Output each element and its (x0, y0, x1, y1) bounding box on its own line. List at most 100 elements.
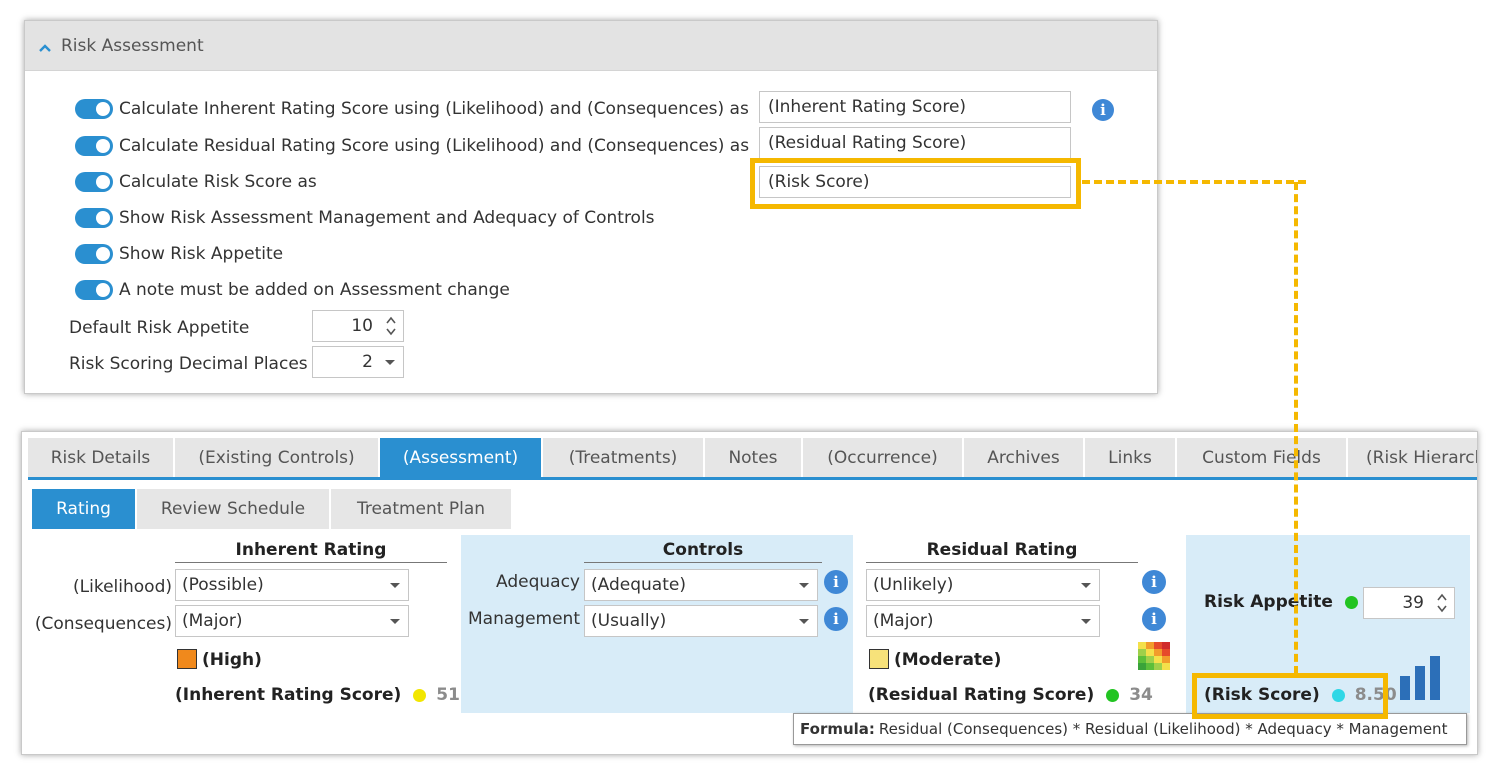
main-tabs: Risk Details (Existing Controls) (Assess… (28, 438, 1477, 478)
option-show-management: Show Risk Assessment Management and Adeq… (75, 208, 655, 228)
inherent-score-name-input[interactable]: (Inherent Rating Score) (759, 91, 1071, 123)
option-label: Show Risk Appetite (119, 244, 284, 264)
option-label: Calculate Inherent Rating Score using (L… (119, 99, 749, 119)
consequences-label: (Consequences) (34, 614, 172, 634)
option-residual-score: Calculate Residual Rating Score using (L… (75, 136, 749, 156)
select-value: (Adequate) (591, 575, 686, 595)
sub-tabs: Rating Review Schedule Treatment Plan (32, 489, 513, 529)
select-value: (Major) (873, 611, 934, 631)
select-value: (Possible) (182, 575, 264, 595)
toggle-switch[interactable] (75, 99, 113, 119)
default-risk-appetite-stepper[interactable]: 10 (312, 310, 404, 342)
inherent-score-label: (Inherent Rating Score) (175, 685, 402, 705)
inherent-score-value: 51 (436, 685, 460, 705)
toggle-switch[interactable] (75, 136, 113, 156)
risk-appetite: Risk Appetite (1204, 592, 1358, 612)
highlight-risk-score-input (750, 158, 1081, 209)
option-label: Show Risk Assessment Management and Adeq… (119, 208, 655, 228)
select-value: (Usually) (591, 611, 667, 631)
tab-existing-controls[interactable]: (Existing Controls) (175, 438, 378, 478)
inherent-rating-swatch (177, 649, 197, 669)
option-label: Calculate Risk Score as (119, 172, 317, 192)
residual-score: (Residual Rating Score) 34 (868, 685, 1153, 705)
residual-rating-swatch (869, 649, 889, 669)
select-value: (Unlikely) (873, 575, 954, 595)
decimal-places-select[interactable]: 2 (312, 346, 404, 378)
residual-score-label: (Residual Rating Score) (868, 685, 1095, 705)
inherent-likelihood-select[interactable]: (Possible) (175, 569, 409, 601)
option-show-risk-appetite: Show Risk Appetite (75, 244, 283, 264)
chevron-down-icon (390, 619, 400, 624)
adequacy-select[interactable]: (Adequate) (584, 569, 818, 601)
residual-consequences-select[interactable]: (Major) (866, 605, 1100, 637)
inherent-rating-title: Inherent Rating (175, 540, 447, 563)
residual-likelihood-select[interactable]: (Unlikely) (866, 569, 1100, 601)
toggle-switch[interactable] (75, 172, 113, 192)
tab-treatments[interactable]: (Treatments) (543, 438, 703, 478)
info-icon[interactable]: i (1142, 607, 1166, 631)
inherent-score: (Inherent Rating Score) 51 (175, 685, 460, 705)
tab-risk-hierarchy[interactable]: (Risk Hierarchy) (1348, 438, 1477, 478)
subtab-review-schedule[interactable]: Review Schedule (137, 489, 329, 529)
default-risk-appetite-label: Default Risk Appetite (69, 318, 250, 338)
subtab-rating[interactable]: Rating (32, 489, 135, 529)
panel-title: Risk Assessment (61, 35, 204, 56)
status-dot-icon (1106, 688, 1120, 702)
likelihood-label: (Likelihood) (73, 577, 172, 597)
risk-appetite-stepper[interactable]: 39 (1363, 587, 1455, 619)
option-risk-score: Calculate Risk Score as (75, 172, 317, 192)
bar-chart-icon[interactable] (1398, 654, 1446, 702)
tab-risk-details[interactable]: Risk Details (28, 438, 173, 478)
tab-notes[interactable]: Notes (705, 438, 801, 478)
select-value: 2 (362, 352, 373, 372)
management-select[interactable]: (Usually) (584, 605, 818, 637)
chevron-down-icon (799, 619, 809, 624)
formula-text: Residual (Consequences) * Residual (Like… (878, 720, 1448, 738)
info-icon[interactable]: i (824, 607, 848, 631)
chevron-down-icon (385, 360, 395, 365)
status-dot-icon (413, 688, 427, 702)
spin-arrows-icon[interactable] (385, 315, 397, 337)
chevron-down-icon (390, 583, 400, 588)
stepper-value: 10 (351, 316, 373, 336)
tab-links[interactable]: Links (1085, 438, 1175, 478)
info-icon[interactable]: i (824, 570, 848, 594)
option-label: Calculate Residual Rating Score using (L… (119, 136, 750, 156)
info-icon[interactable]: i (1092, 99, 1114, 121)
tab-custom-fields[interactable]: Custom Fields (1177, 438, 1346, 478)
inherent-rating-value: (High) (202, 650, 262, 670)
heatmap-icon[interactable] (1138, 642, 1170, 670)
connector-line (1294, 182, 1298, 674)
toggle-switch[interactable] (75, 280, 113, 300)
chevron-down-icon (1081, 583, 1091, 588)
tab-archives[interactable]: Archives (964, 438, 1083, 478)
formula-label: Formula: (800, 720, 875, 738)
toggle-switch[interactable] (75, 244, 113, 264)
residual-score-name-input[interactable]: (Residual Rating Score) (759, 127, 1071, 159)
chevron-up-icon[interactable] (39, 42, 51, 54)
spin-arrows-icon[interactable] (1436, 592, 1448, 614)
subtab-treatment-plan[interactable]: Treatment Plan (331, 489, 511, 529)
option-inherent-score: Calculate Inherent Rating Score using (L… (75, 99, 749, 119)
highlight-risk-score-value (1192, 673, 1388, 719)
tab-assessment[interactable]: (Assessment) (380, 438, 541, 478)
tab-underline (28, 477, 1477, 480)
option-note-required: A note must be added on Assessment chang… (75, 280, 510, 300)
toggle-switch[interactable] (75, 208, 113, 228)
inherent-consequences-select[interactable]: (Major) (175, 605, 409, 637)
connector-line (1082, 180, 1306, 184)
controls-title: Controls (584, 540, 822, 563)
status-dot-icon (1344, 595, 1358, 609)
decimal-places-label: Risk Scoring Decimal Places (69, 354, 308, 374)
select-value: (Major) (182, 611, 243, 631)
risk-appetite-label: Risk Appetite (1204, 592, 1333, 612)
stepper-value: 39 (1402, 593, 1424, 613)
tab-occurrence[interactable]: (Occurrence) (803, 438, 962, 478)
adequacy-label: Adequacy (496, 572, 580, 592)
residual-rating-value: (Moderate) (894, 650, 1002, 670)
chevron-down-icon (1081, 619, 1091, 624)
residual-score-value: 34 (1129, 685, 1153, 705)
panel-header[interactable]: Risk Assessment (25, 21, 1157, 71)
management-label: Management (468, 609, 580, 629)
info-icon[interactable]: i (1142, 570, 1166, 594)
